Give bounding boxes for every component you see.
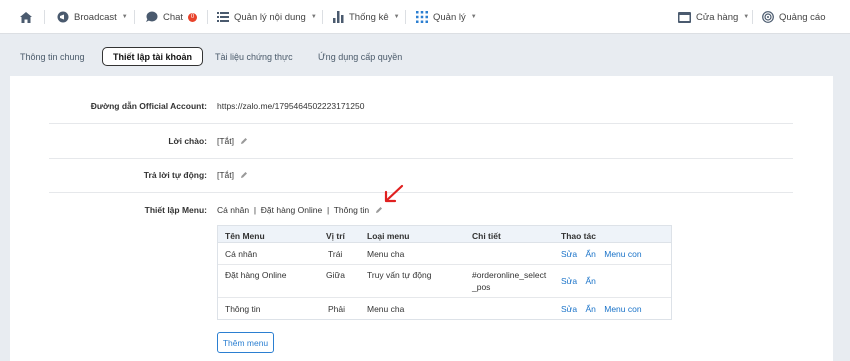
- edit-link[interactable]: Sửa: [561, 276, 577, 286]
- nav-statistics[interactable]: Thống kê ▼: [333, 0, 400, 34]
- edit-pencil-icon[interactable]: [240, 137, 248, 145]
- menu-table: Tên Menu Vị trí Loại menu Chi tiết Thao …: [217, 225, 672, 320]
- nav-chat-label: Chat: [163, 11, 184, 23]
- nav-divider: [44, 10, 45, 24]
- nav-statistics-label: Thống kê: [349, 11, 389, 23]
- chevron-down-icon: ▼: [470, 14, 477, 20]
- menu-type: Menu cha: [367, 304, 405, 314]
- nav-divider: [207, 10, 208, 24]
- menu-detail-line-2: _pos: [472, 282, 491, 292]
- menu-position: Giữa: [326, 270, 345, 280]
- top-navbar: Broadcast ▼ Chat 0 Quản lý nội dung ▼ Th…: [0, 0, 850, 34]
- tab-account-settings[interactable]: Thiết lập tài khoản: [102, 47, 204, 66]
- menu-type: Truy vấn tự động: [367, 270, 432, 280]
- column-header-type: Loại menu: [367, 231, 410, 241]
- auto-reply-value-row: [Tắt]: [217, 170, 248, 180]
- grid-icon: [416, 11, 428, 23]
- home-icon: [20, 11, 32, 23]
- chat-unread-badge: 0: [188, 12, 198, 22]
- column-header-position: Vị trí: [326, 231, 345, 241]
- tab-general-info[interactable]: Thông tin chung: [20, 47, 85, 66]
- menu-settings-label: Thiết lập Menu:: [144, 205, 207, 215]
- submenu-link[interactable]: Menu con: [604, 249, 641, 259]
- auto-reply-label: Trả lời tự động:: [143, 170, 207, 180]
- menu-name: Thông tin: [225, 304, 261, 314]
- nav-store[interactable]: Cửa hàng ▼: [678, 0, 749, 34]
- list-icon: [217, 12, 229, 22]
- oa-link-value: https://zalo.me/1795464502223171250: [217, 101, 365, 111]
- tab-authorized-apps-label: Ứng dụng cấp quyền: [318, 51, 403, 62]
- row-actions: Sửa Ẩn: [561, 276, 602, 286]
- nav-manage[interactable]: Quản lý ▼: [416, 0, 477, 34]
- edit-pencil-icon[interactable]: [240, 171, 248, 179]
- settings-tabs: Thông tin chung Thiết lập tài khoản Tài …: [0, 34, 850, 76]
- divider: [49, 192, 793, 193]
- nav-store-label: Cửa hàng: [696, 11, 739, 23]
- table-row: Thông tin Phải Menu cha Sửa Ẩn Menu con: [218, 298, 671, 319]
- menu-settings-value: Cá nhân | Đặt hàng Online | Thông tin: [217, 205, 370, 215]
- menu-name: Đặt hàng Online: [225, 270, 287, 280]
- nav-broadcast[interactable]: Broadcast ▼: [57, 0, 128, 34]
- divider: [49, 158, 793, 159]
- column-header-name: Tên Menu: [225, 231, 265, 241]
- hide-link[interactable]: Ẩn: [585, 249, 595, 259]
- nav-broadcast-label: Broadcast: [74, 11, 117, 23]
- submenu-link[interactable]: Menu con: [604, 304, 641, 314]
- column-header-actions: Thao tác: [561, 231, 596, 241]
- edit-pencil-icon[interactable]: [375, 206, 383, 214]
- tab-general-info-label: Thông tin chung: [20, 51, 85, 62]
- greeting-value-row: [Tắt]: [217, 136, 248, 146]
- tab-authorized-apps[interactable]: Ứng dụng cấp quyền: [318, 47, 402, 66]
- edit-link[interactable]: Sửa: [561, 249, 577, 259]
- divider: [49, 123, 793, 124]
- nav-content-management-label: Quản lý nội dung: [234, 11, 306, 23]
- menu-position: Trái: [328, 249, 343, 259]
- chat-icon: [145, 11, 158, 23]
- nav-content-management[interactable]: Quản lý nội dung ▼: [217, 0, 317, 34]
- edit-link[interactable]: Sửa: [561, 304, 577, 314]
- oa-link-label: Đường dẫn Official Account:: [90, 101, 207, 111]
- nav-divider: [134, 10, 135, 24]
- menu-type: Menu cha: [367, 249, 405, 259]
- chevron-down-icon: ▼: [310, 14, 317, 20]
- menu-table-header: Tên Menu Vị trí Loại menu Chi tiết Thao …: [218, 226, 671, 243]
- target-icon: [762, 11, 774, 23]
- tab-verification-docs[interactable]: Tài liệu chứng thực: [215, 47, 293, 66]
- tab-verification-docs-label: Tài liệu chứng thực: [215, 51, 293, 62]
- chevron-down-icon: ▼: [743, 14, 750, 20]
- home-button[interactable]: [20, 0, 37, 34]
- nav-chat[interactable]: Chat 0: [145, 0, 198, 34]
- menu-position: Phải: [328, 304, 346, 314]
- annotation-arrow-icon: [384, 184, 404, 203]
- nav-divider: [322, 10, 323, 24]
- chevron-down-icon: ▼: [393, 14, 400, 20]
- row-actions: Sửa Ẩn Menu con: [561, 249, 648, 259]
- greeting-label: Lời chào:: [168, 136, 207, 146]
- hide-link[interactable]: Ẩn: [585, 304, 595, 314]
- nav-manage-label: Quản lý: [433, 11, 466, 23]
- menu-name: Cá nhân: [225, 249, 258, 259]
- column-header-detail: Chi tiết: [472, 231, 501, 241]
- auto-reply-value: [Tắt]: [217, 170, 235, 180]
- bar-chart-icon: [333, 11, 344, 23]
- tab-account-settings-label: Thiết lập tài khoản: [113, 51, 193, 62]
- menu-settings-value-row: Cá nhân | Đặt hàng Online | Thông tin: [217, 205, 383, 215]
- add-menu-button[interactable]: Thêm menu: [217, 332, 274, 353]
- broadcast-icon: [57, 11, 69, 23]
- table-row: Cá nhân Trái Menu cha Sửa Ẩn Menu con: [218, 243, 671, 265]
- nav-divider: [752, 10, 753, 24]
- hide-link[interactable]: Ẩn: [585, 276, 595, 286]
- table-row: Đặt hàng Online Giữa Truy vấn tự động #o…: [218, 265, 671, 298]
- greeting-value: [Tắt]: [217, 136, 235, 146]
- nav-divider: [405, 10, 406, 24]
- store-icon: [678, 11, 691, 23]
- nav-ads[interactable]: Quảng cáo: [762, 0, 825, 34]
- row-actions: Sửa Ẩn Menu con: [561, 304, 648, 314]
- menu-detail-line-1: #orderonline_select: [472, 270, 547, 280]
- chevron-down-icon: ▼: [121, 14, 128, 20]
- nav-ads-label: Quảng cáo: [779, 11, 826, 23]
